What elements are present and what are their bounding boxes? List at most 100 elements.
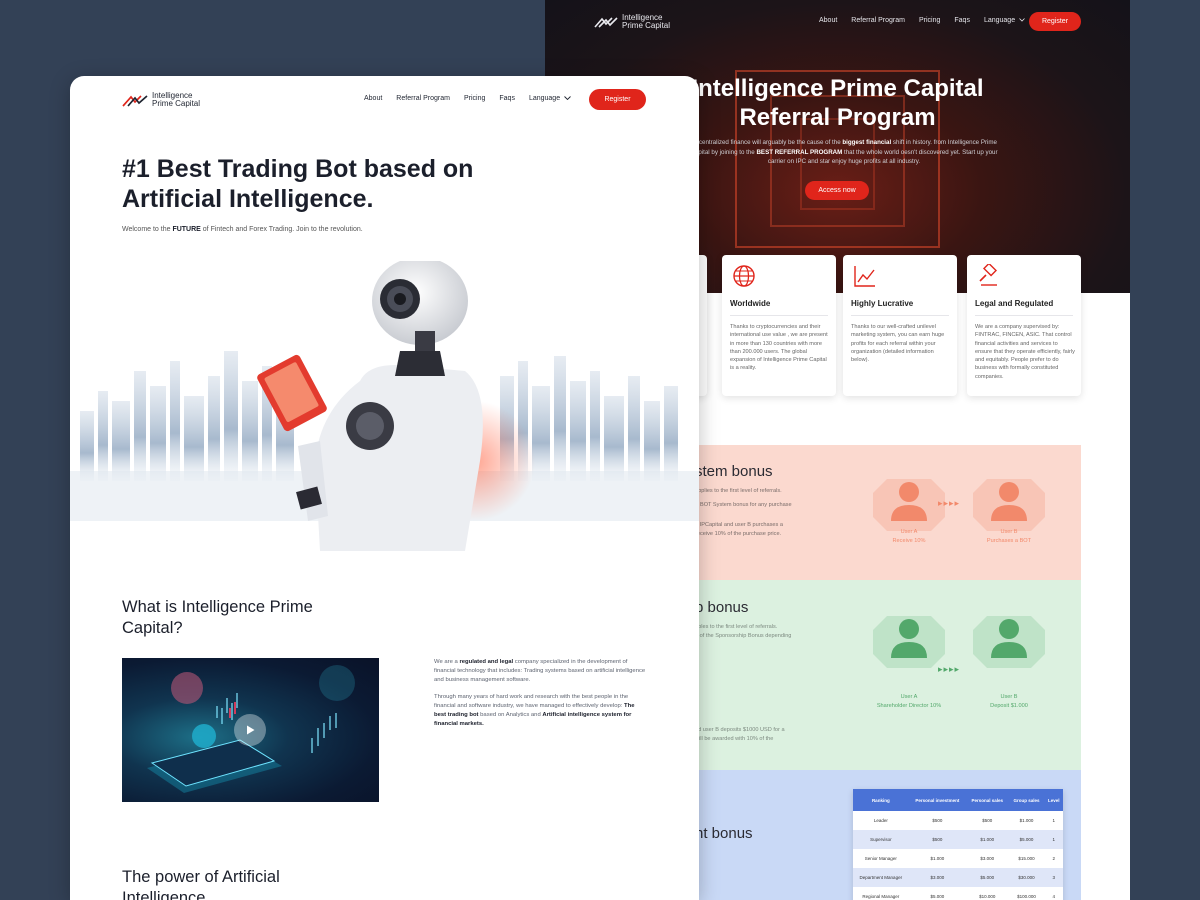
user-b-label: User B Deposit $1.000 — [969, 693, 1049, 711]
nav-faqs[interactable]: Faqs — [499, 95, 515, 102]
card-text: Thanks to cryptocurrencies and their int… — [730, 324, 828, 372]
table-cell: $5.000 — [908, 887, 967, 900]
play-button[interactable] — [234, 714, 266, 746]
sponsorship-bonus-text: ables to the first level of referrals. e… — [695, 623, 791, 641]
user-detail: Purchases a BOT — [986, 538, 1032, 544]
table-header: Level — [1044, 789, 1063, 811]
brand-logo[interactable]: Intelligence Prime Capital — [122, 92, 200, 108]
about-description: We are a regulated and legal company spe… — [434, 658, 648, 736]
card-text: We are a company supervised by: FINTRAC,… — [975, 324, 1075, 380]
user-a-label: User A Receive 10% — [869, 528, 949, 546]
arrows-icon: ▸▸▸▸ — [938, 498, 961, 508]
globe-icon — [733, 265, 755, 287]
user-name: User B — [1000, 694, 1018, 700]
about-text: Through many years of hard work and rese… — [434, 693, 629, 709]
intro-emphasis: biggest financial — [842, 139, 892, 146]
register-button[interactable]: Register — [589, 89, 646, 110]
table-cell: 1 — [1044, 811, 1063, 830]
table-cell: Leader — [853, 811, 909, 830]
about-emphasis: regulated and legal — [459, 659, 514, 665]
access-now-button[interactable]: Access now — [805, 181, 869, 200]
table-cell: Senior Manager — [853, 849, 909, 868]
table-cell: $5.000 — [1008, 830, 1045, 849]
subtitle-text: of Fintech and Forex Trading. Join to th… — [200, 226, 363, 233]
intro-emphasis: BEST REFERRAL PROGRAM — [756, 148, 843, 156]
text-line: e of the Sponsorship Bonus depending — [695, 633, 792, 639]
table-cell: 2 — [1044, 849, 1063, 868]
table-row: Leader $500 $500 $1.000 1 — [853, 811, 1063, 830]
register-button[interactable]: Register — [1029, 12, 1081, 31]
user-detail: Shareholder Director 10% — [876, 703, 942, 709]
subtitle-emphasis: FUTURE — [172, 226, 201, 233]
table-cell: $10.000 — [966, 887, 1009, 900]
hero-title: #1 Best Trading Bot based on Artificial … — [122, 155, 474, 213]
text-line: e IPCapital and user B purchases a — [695, 522, 783, 528]
gavel-icon — [979, 264, 998, 286]
person-icon — [973, 479, 1045, 531]
table-cell: Department Manager — [853, 868, 909, 887]
nav-referral-program[interactable]: Referral Program — [851, 17, 905, 24]
user-a-label: User A Shareholder Director 10% — [849, 693, 969, 711]
table-cell: $500 — [966, 811, 1009, 830]
subtitle-text: Welcome to the — [122, 226, 173, 233]
table-cell: $15.000 — [1008, 849, 1045, 868]
nav-referral-program[interactable]: Referral Program — [396, 95, 450, 102]
nav-about[interactable]: About — [364, 95, 382, 102]
card-divider — [851, 315, 949, 316]
card-legal-regulated: Legal and Regulated We are a company sup… — [967, 255, 1081, 396]
card-worldwide: Worldwide Thanks to cryptocurrencies and… — [722, 255, 836, 396]
nav-faqs[interactable]: Faqs — [954, 17, 970, 24]
table-row: Supervisor $500 $1.000 $5.000 1 — [853, 830, 1063, 849]
about-paragraph: We are a regulated and legal company spe… — [434, 658, 648, 686]
nav-language-label: Language — [528, 95, 561, 102]
table-cell: Supervisor — [853, 830, 909, 849]
rank-bonus-title: nt bonus — [695, 825, 753, 842]
table-header-row: Ranking Personal investment Personal sal… — [853, 789, 1063, 811]
table-cell: $500 — [908, 830, 967, 849]
system-bonus-text: applies to the first level of referrals.… — [695, 487, 792, 539]
what-is-title: What is Intelligence Prime Capital? — [122, 598, 313, 637]
nav-pricing[interactable]: Pricing — [464, 95, 485, 102]
table-cell: $3.000 — [966, 849, 1009, 868]
table-row: Department Manager $3.000 $5.000 $30.000 3 — [853, 868, 1063, 887]
table-cell: Regional Manager — [853, 887, 909, 900]
brand-logo[interactable]: Intelligence Prime Capital — [594, 14, 670, 30]
logo-mark-icon — [122, 94, 148, 107]
user-detail: Receive 10% — [892, 538, 926, 544]
about-text: We are a — [434, 659, 460, 665]
card-title: Highly Lucrative — [851, 299, 914, 308]
table-header: Personal investment — [908, 789, 967, 811]
logo-mark-icon — [594, 17, 618, 28]
sponsorship-bonus-text-2: nd user B deposits $1000 USD for a will … — [695, 726, 785, 744]
logo-line-2: Prime Capital — [152, 99, 201, 108]
hero-subtitle: Welcome to the FUTURE of Fintech and For… — [122, 226, 363, 233]
nav-pricing[interactable]: Pricing — [919, 17, 940, 24]
card-text: Thanks to our well-crafted unilevel mark… — [851, 324, 945, 364]
table-cell: 3 — [1044, 868, 1063, 887]
table-header: Personal sales — [966, 789, 1009, 811]
text-line: will be awarded with 10% of the — [695, 736, 774, 742]
card-divider — [730, 315, 828, 316]
card-title: Worldwide — [730, 299, 771, 308]
chart-line-icon — [854, 266, 875, 287]
referral-intro: Decentralized finance will arguably be t… — [685, 138, 1003, 167]
table-cell: $1.000 — [1008, 811, 1045, 830]
nav-about[interactable]: About — [819, 17, 837, 24]
table-cell: $30.000 — [1008, 868, 1045, 887]
table-cell: $1.000 — [966, 830, 1009, 849]
about-paragraph: Through many years of hard work and rese… — [434, 693, 648, 730]
person-icon — [873, 616, 945, 668]
card-divider — [975, 315, 1073, 316]
nav-language[interactable]: Language — [984, 17, 1025, 24]
table-cell: $1.000 — [908, 849, 967, 868]
logo-line-2: Prime Capital — [622, 21, 671, 30]
user-name: User A — [900, 694, 918, 700]
intro-text: Decentralized finance will arguably be t… — [691, 139, 843, 146]
sponsorship-bonus-title: p bonus — [695, 599, 749, 616]
nav-language-label: Language — [983, 17, 1016, 24]
referral-navbar: Intelligence Prime Capital About Referra… — [545, 0, 1130, 44]
nav-language[interactable]: Language — [529, 95, 571, 102]
text-line: receive 10% of the purchase price. — [695, 531, 782, 537]
user-name: User B — [1000, 529, 1018, 535]
card-highly-lucrative: Highly Lucrative Thanks to our well-craf… — [843, 255, 957, 396]
